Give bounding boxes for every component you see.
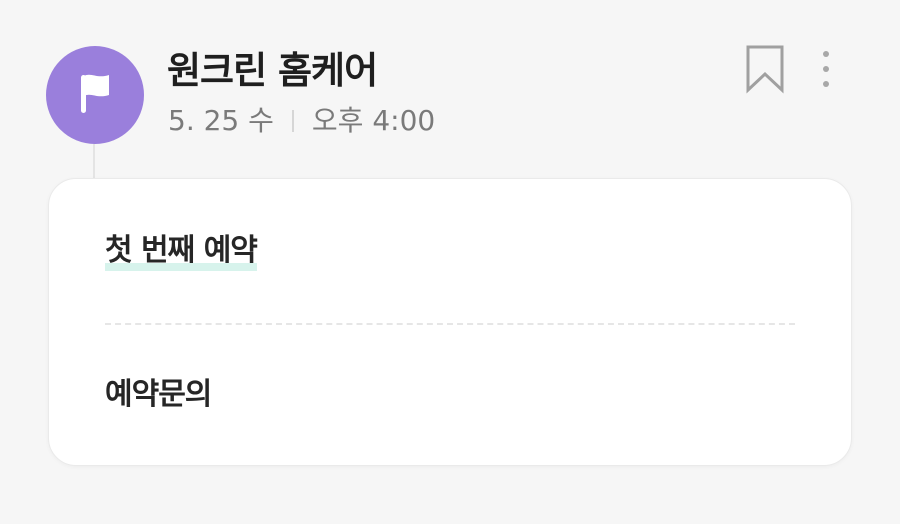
card-item-reservation-inquiry[interactable]: 예약문의 [105, 375, 212, 415]
message-date: 5. 25 수 [168, 104, 274, 137]
message-screen: 원크린 홈케어 5. 25 수 오후 4:00 첫 번째 예약 예약문의 [0, 0, 900, 524]
avatar[interactable] [46, 46, 144, 144]
flag-icon [75, 71, 115, 119]
more-vertical-icon [810, 51, 842, 94]
more-options-button[interactable] [810, 48, 842, 90]
bookmark-icon [744, 45, 786, 98]
sender-name: 원크린 홈케어 [167, 49, 378, 92]
card-item-first-reservation[interactable]: 첫 번째 예약 [105, 231, 258, 271]
message-time: 오후 4:00 [311, 104, 436, 137]
bookmark-button[interactable] [744, 44, 786, 94]
message-card: 첫 번째 예약 예약문의 [48, 178, 852, 466]
meta-separator [291, 110, 294, 132]
timeline-connector [93, 144, 95, 178]
message-meta: 5. 25 수 오후 4:00 [168, 102, 435, 140]
dashed-divider [105, 323, 795, 325]
